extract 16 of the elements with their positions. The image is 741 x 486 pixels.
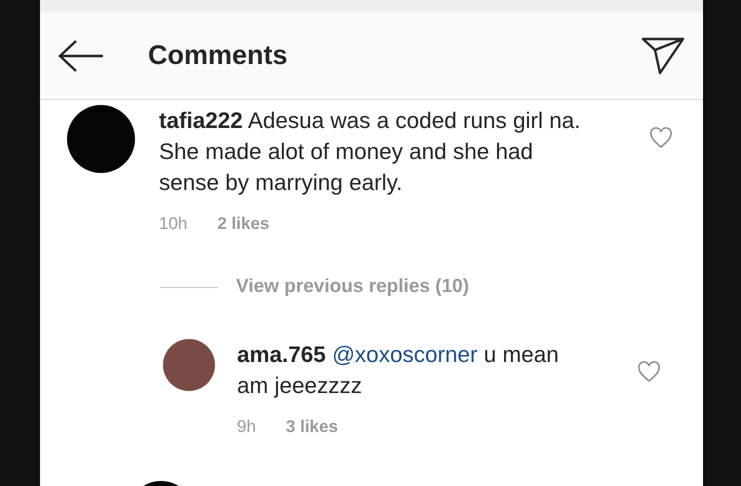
heart-icon[interactable] (649, 127, 673, 149)
comment-time: 9h (237, 417, 256, 437)
avatar-photo-placeholder[interactable] (163, 339, 215, 391)
view-replies-link[interactable]: View previous replies (10) (236, 276, 470, 298)
likes-count[interactable]: 2 likes (217, 214, 270, 234)
likes-count[interactable]: 3 likes (286, 417, 338, 437)
back-arrow-icon (58, 38, 104, 72)
back-button[interactable] (58, 38, 104, 72)
send-button[interactable] (641, 36, 685, 74)
heart-icon[interactable] (637, 361, 661, 383)
mention-link[interactable]: @xoxoscorner (332, 342, 478, 367)
comment-time: 10h (159, 214, 188, 234)
comment-text: tafia222 Adesua was a coded runs girl na. She made alot of money and she had sense by marrying early. (159, 107, 582, 197)
header-title: Comments (148, 40, 289, 71)
paper-plane-icon (641, 36, 685, 74)
comment-text: ama.765 @xoxoscorner u mean am jeeezzzz (237, 341, 560, 400)
